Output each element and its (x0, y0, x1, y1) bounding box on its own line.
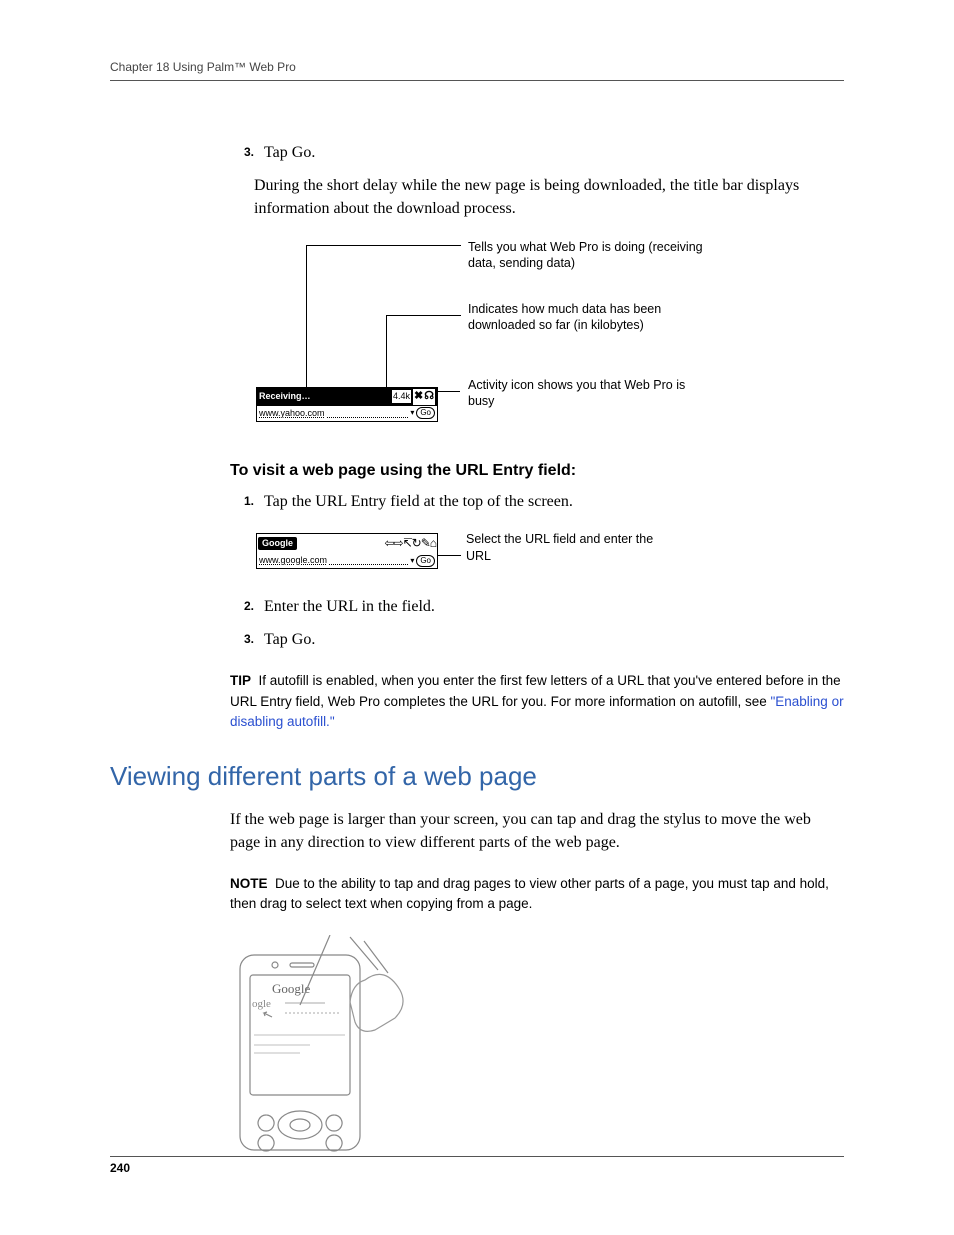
activity-icon: ☊ (424, 389, 434, 405)
footer-rule (110, 1156, 844, 1157)
ordered-step: 3. Tap Go. (230, 628, 844, 651)
page-number: 240 (110, 1161, 130, 1175)
palm-title-bar: Receiving… 4.4k ✖ ☊ www.yahoo.com ▾ Go (256, 387, 438, 422)
step-text: Enter the URL in the field. (264, 595, 844, 618)
step-text: Tap the URL Entry field at the top of th… (264, 490, 844, 513)
callout-text: Select the URL field and enter the URL (466, 531, 666, 565)
page-title-chip: Google (258, 537, 297, 550)
ordered-step: 2. Enter the URL in the field. (230, 595, 844, 618)
section-heading: Viewing different parts of a web page (110, 758, 844, 796)
tip-label: TIP (230, 673, 251, 688)
procedure-heading: To visit a web page using the URL Entry … (230, 459, 844, 482)
note-paragraph: NOTE Due to the ability to tap and drag … (230, 874, 844, 915)
dropdown-icon: ▾ (410, 407, 414, 419)
step-number: 3. (230, 141, 264, 164)
url-text: www.yahoo.com (259, 407, 325, 420)
step-number: 2. (230, 595, 264, 618)
step-text: Tap Go. (264, 628, 844, 651)
go-button: Go (416, 555, 435, 567)
status-text: Receiving… (259, 390, 311, 403)
step-number: 3. (230, 628, 264, 651)
svg-text:ogle: ogle (252, 998, 271, 1010)
ordered-step: 1. Tap the URL Entry field at the top of… (230, 490, 844, 513)
tip-paragraph: TIP If autofill is enabled, when you ent… (230, 671, 844, 732)
step-number: 1. (230, 490, 264, 513)
ordered-step: 3. Tap Go. (230, 141, 844, 164)
url-text: www.google.com (259, 554, 327, 567)
kb-counter: 4.4k (392, 390, 411, 403)
device-illustration: Google ogle (230, 935, 844, 1172)
nav-icon-row: ⇦⇨↸↻✎⌂ (384, 535, 436, 552)
palm-url-bar: Google ⇦⇨↸↻✎⌂ www.google.com ▾ Go (256, 533, 438, 569)
go-button: Go (416, 407, 435, 419)
stop-icon: ✖ (414, 389, 423, 405)
download-status-figure: Receiving… 4.4k ✖ ☊ www.yahoo.com ▾ Go T… (256, 239, 844, 429)
dropdown-icon: ▾ (410, 555, 414, 567)
callout-text: Indicates how much data has been downloa… (468, 301, 708, 335)
url-entry-figure: Google ⇦⇨↸↻✎⌂ www.google.com ▾ Go Select… (256, 525, 844, 575)
note-label: NOTE (230, 876, 268, 891)
body-paragraph: If the web page is larger than your scre… (230, 808, 844, 854)
running-header: Chapter 18 Using Palm™ Web Pro (110, 60, 844, 81)
note-body: Due to the ability to tap and drag pages… (230, 876, 829, 911)
callout-text: Tells you what Web Pro is doing (receivi… (468, 239, 708, 273)
body-paragraph: During the short delay while the new pag… (254, 174, 844, 220)
callout-text: Activity icon shows you that Web Pro is … (468, 377, 708, 411)
step-text: Tap Go. (264, 141, 844, 164)
tip-body: If autofill is enabled, when you enter t… (230, 673, 841, 708)
